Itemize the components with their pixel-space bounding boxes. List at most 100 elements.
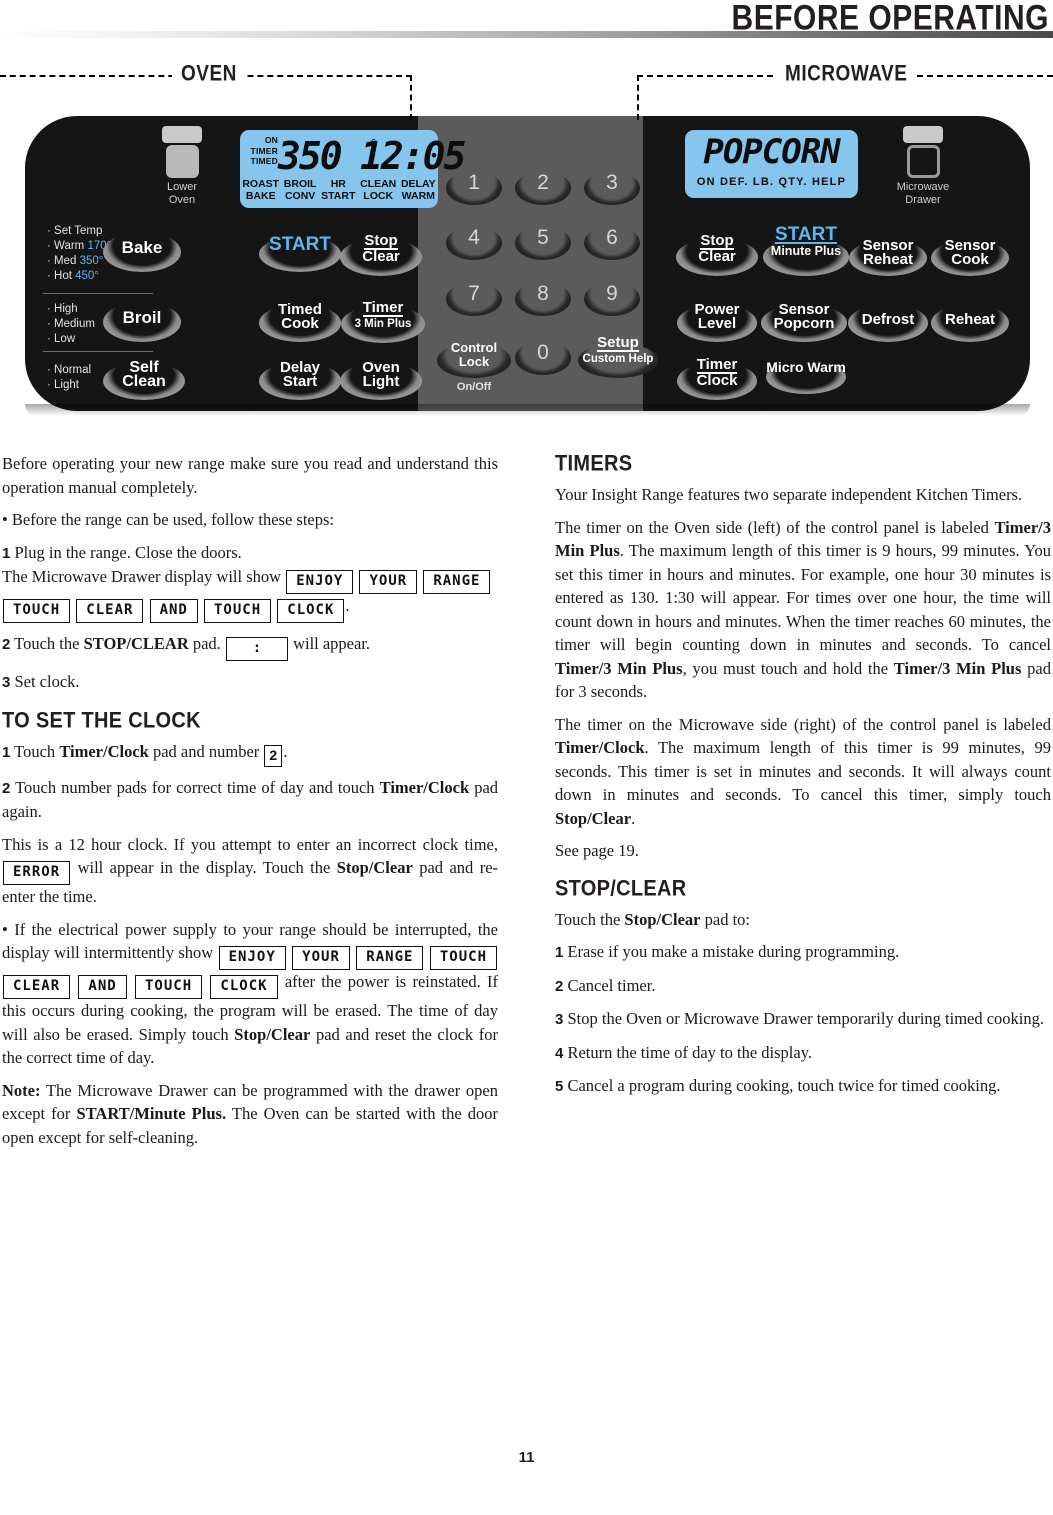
pad-oven-start-label: START: [269, 234, 331, 255]
pad-mw-start-minute-plus[interactable]: START Minute Plus: [760, 224, 852, 276]
oven-indicator-roast-bake: ROAST BAKE: [242, 178, 280, 202]
clock-step-2-number: 2: [2, 779, 11, 797]
keypad-6-label: 6: [606, 226, 618, 249]
sc-item-2: 2 Cancel timer.: [555, 974, 1051, 999]
lcd-word-and: AND: [149, 599, 198, 623]
step-1-period: .: [345, 596, 350, 615]
pad-self-clean[interactable]: Self Clean: [103, 356, 185, 400]
pad-broil[interactable]: Broil: [103, 302, 181, 342]
pad-sensor-reheat[interactable]: Sensor Reheat: [847, 234, 929, 278]
sc-intro-a: Touch the: [555, 909, 621, 929]
keypad-2[interactable]: 2: [515, 171, 571, 205]
pad-timer-clock[interactable]: Timer Clock: [676, 354, 758, 400]
step-1-number: 1: [2, 544, 11, 562]
pad-control-lock[interactable]: Control Lock: [437, 338, 511, 378]
keypad-1-label: 1: [468, 171, 480, 194]
keypad-6[interactable]: 6: [584, 226, 640, 260]
keypad-5-label: 5: [537, 226, 549, 249]
sc-item-5-number: 5: [555, 1078, 564, 1095]
heading-timers: TIMERS: [555, 452, 633, 477]
microwave-display-word: POPCORN: [703, 132, 840, 172]
note-label: Note:: [2, 1080, 41, 1100]
keypad-9[interactable]: 9: [584, 282, 640, 316]
oven-timer-a: The timer on the Oven side (left) of the…: [555, 517, 989, 537]
keypad-8[interactable]: 8: [515, 282, 571, 316]
pad-micro-warm[interactable]: Micro Warm: [760, 354, 852, 396]
keypad-3[interactable]: 3: [584, 171, 640, 205]
pad-reheat[interactable]: Reheat: [929, 304, 1011, 344]
pad-broil-label: Broil: [122, 308, 162, 327]
mw-drawer-label-line1: Microwave: [896, 181, 950, 193]
lower-oven-handle-label: Lower Oven: [147, 181, 217, 206]
pad-bake[interactable]: Bake: [103, 232, 181, 272]
pad-oven-stop-clear-label: Stop Clear: [362, 232, 400, 265]
pad-delay-start[interactable]: Delay Start: [259, 356, 341, 400]
control-panel-diagram: Lower Oven ON TIMER TIMED 350 ° 12:05 ROAS…: [0, 108, 1053, 418]
pad-oven-light[interactable]: Oven Light: [340, 356, 422, 400]
twelve-hour-clock-paragraph: This is a 12 hour clock. If you attempt …: [2, 833, 498, 909]
pad-power-level[interactable]: Power Level: [676, 298, 758, 342]
sc-item-3: 3 Stop the Oven or Microwave Drawer temp…: [555, 1007, 1051, 1032]
lower-oven-handle-body: [165, 145, 199, 178]
sc-item-2-number: 2: [555, 977, 564, 995]
twelve-hour-bold: Stop/Clear: [336, 858, 413, 877]
pad-oven-start[interactable]: START: [259, 232, 341, 272]
step-2-text-c: will appear.: [293, 634, 371, 653]
sc-intro-b: pad to:: [704, 909, 751, 929]
lcd-word-clock: CLOCK: [277, 599, 345, 623]
lower-oven-label-line1: Lower: [167, 181, 197, 193]
keypad-0[interactable]: 0: [515, 341, 571, 375]
pad-mw-start-minute-plus-label: START Minute Plus: [770, 224, 842, 258]
lcd2-word-and: AND: [78, 975, 127, 999]
oven-display-indicators: ON TIMER TIMED: [250, 135, 278, 166]
pad-timed-cook[interactable]: Timed Cook: [259, 298, 341, 342]
lcd2-word-clock: CLOCK: [210, 975, 278, 999]
oven-timer-bold-3: Timer/3 Min Plus: [893, 658, 1022, 678]
pad-setup-custom-help[interactable]: Setup Custom Help: [575, 334, 661, 378]
pad-sensor-cook-label: Sensor Cook: [944, 237, 996, 268]
pad-timer-3min-plus[interactable]: Timer 3 Min Plus: [340, 297, 426, 343]
keypad-3-label: 3: [606, 171, 618, 194]
sc-item-1-text: Erase if you make a mistake during progr…: [567, 942, 900, 961]
lcd-word-enjoy: ENJOY: [286, 570, 354, 594]
lower-oven-handle-cap: [162, 126, 202, 143]
keypad-ref-2: 2: [264, 744, 283, 767]
lcd2-word-enjoy: ENJOY: [218, 946, 286, 970]
keypad-7-label: 7: [468, 282, 480, 305]
pad-oven-stop-clear[interactable]: Stop Clear: [340, 230, 422, 276]
power-interruption-paragraph: • If the electrical power supply to your…: [2, 918, 498, 1070]
pad-timer-clock-label: Timer Clock: [696, 356, 738, 389]
pad-reheat-label: Reheat: [944, 311, 996, 328]
pad-mw-stop-clear[interactable]: Stop Clear: [676, 230, 758, 276]
lcd2-word-your: YOUR: [292, 946, 350, 970]
pad-micro-warm-label: Micro Warm: [766, 359, 846, 375]
keypad-7[interactable]: 7: [446, 282, 502, 316]
microwave-display: POPCORN ON DEF. LB. QTY. HELP: [685, 130, 858, 198]
keypad-4[interactable]: 4: [446, 226, 502, 260]
keypad-1[interactable]: 1: [446, 171, 502, 205]
stop-clear-intro: Touch the Stop/Clear pad to:: [555, 908, 1051, 932]
keypad-2-label: 2: [537, 171, 549, 194]
pad-sensor-popcorn[interactable]: Sensor Popcorn: [760, 298, 848, 342]
pad-sensor-reheat-label: Sensor Reheat: [862, 237, 914, 268]
lcd-word-your: YOUR: [359, 570, 418, 594]
sc-item-1-number: 1: [555, 944, 564, 961]
clock-step-2-a: Touch number pads for correct time of da…: [15, 777, 375, 797]
lcd-word-clear: CLEAR: [76, 599, 144, 623]
step-2-bold: STOP/CLEAR: [83, 634, 189, 653]
pad-timer-3min-plus-label: Timer 3 Min Plus: [354, 299, 412, 330]
pad-sensor-cook[interactable]: Sensor Cook: [929, 234, 1011, 278]
oven-section-label: OVEN: [172, 62, 246, 88]
oven-timer-bold-2: Timer/3 Min Plus: [555, 658, 683, 678]
pad-defrost[interactable]: Defrost: [847, 304, 929, 344]
microwave-drawer-handle: Microwave Drawer: [880, 126, 966, 206]
oven-label-divider-1: [43, 293, 153, 294]
note-paragraph: Note: The Microwave Drawer can be progra…: [2, 1079, 498, 1150]
control-panel: Lower Oven ON TIMER TIMED 350 ° 12:05 ROAS…: [25, 116, 1030, 411]
intro-paragraph: Before operating your new range make sur…: [2, 454, 498, 497]
pad-defrost-label: Defrost: [861, 311, 915, 328]
control-panel-shadow: [25, 404, 1030, 416]
heading-to-set-the-clock: TO SET THE CLOCK: [2, 708, 201, 733]
keypad-5[interactable]: 5: [515, 226, 571, 260]
step-1-text-a: Plug in the range. Close the doors.: [14, 542, 242, 562]
